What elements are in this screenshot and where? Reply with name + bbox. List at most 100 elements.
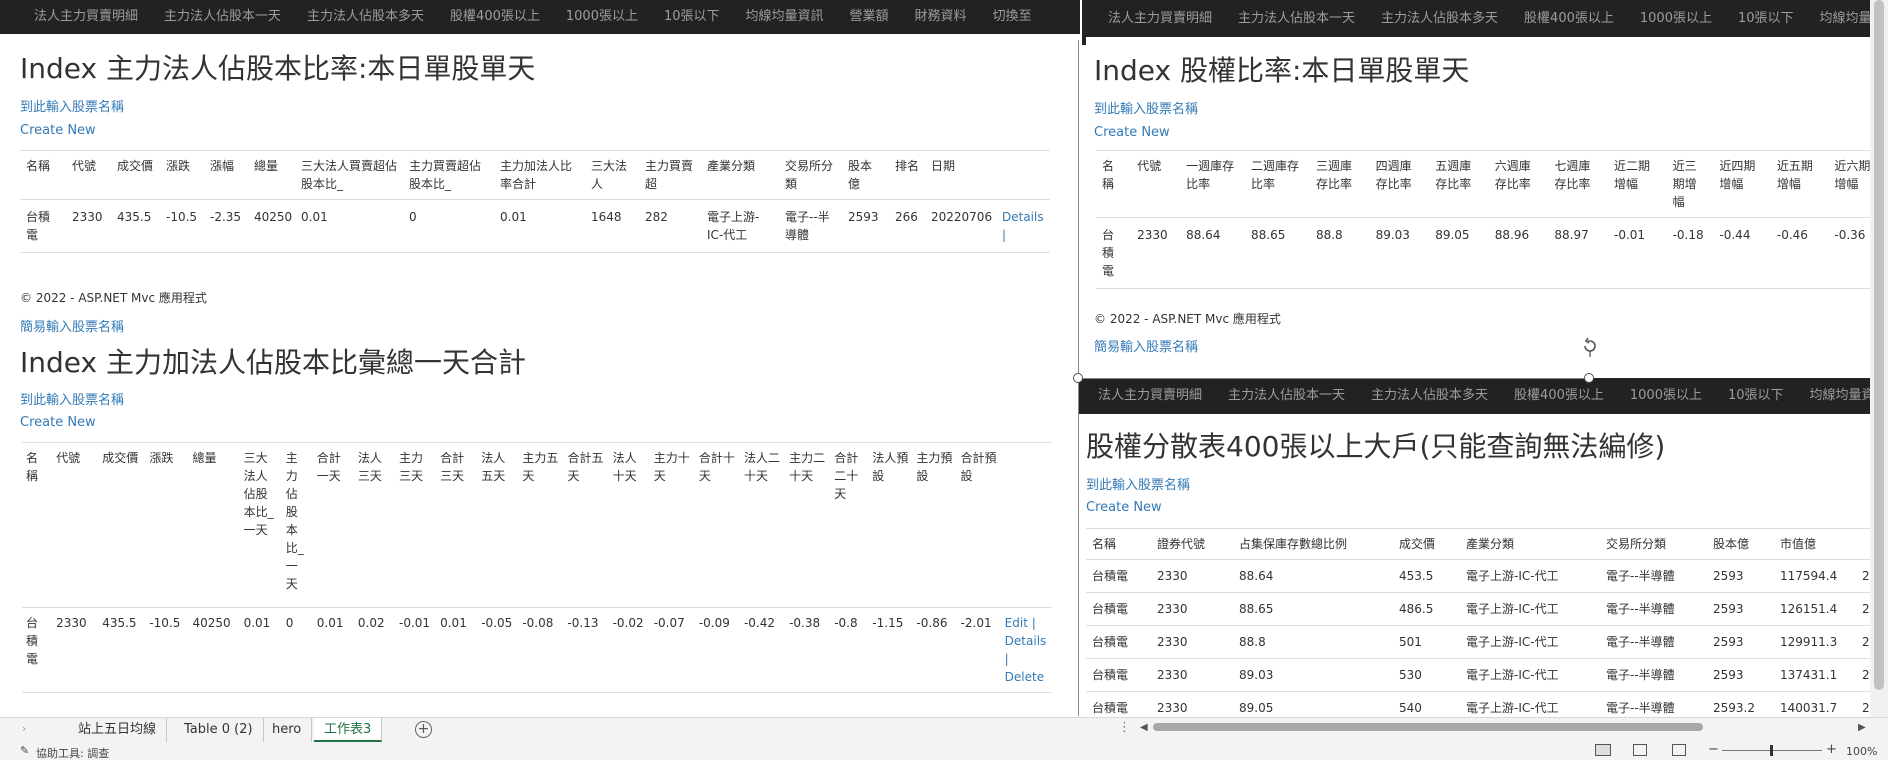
column-header: 代號	[1131, 150, 1181, 218]
nav-item[interactable]: 主力法人佔股本一天	[151, 0, 294, 34]
accessibility-status[interactable]: 協助工具: 調查	[36, 745, 109, 760]
create-new-link[interactable]: Create New	[20, 123, 96, 138]
vertical-scrollbar[interactable]	[1870, 0, 1888, 717]
create-new-link[interactable]: Create New	[20, 415, 96, 430]
nav-item[interactable]: 1000張以上	[553, 0, 651, 34]
row-actions: Edit | Details | Delete	[1000, 607, 1052, 693]
table-cell: 台積電	[1086, 592, 1151, 626]
add-sheet-icon[interactable]: +	[415, 721, 432, 738]
table-cell: 89.05	[1233, 691, 1393, 716]
table-header-row: 名稱 證券代號 占集保庫存數總比例 成交價 產業分類 交易所分類 股本億 市值億	[1086, 528, 1870, 560]
edit-link[interactable]: Edit |	[1005, 614, 1046, 632]
nav-item[interactable]: 法人主力買賣明細	[1078, 379, 1215, 413]
table-cell: 電子上游-IC-代工	[701, 199, 779, 253]
column-header: 合計十天	[694, 442, 740, 608]
table-cell: -0.46	[1770, 217, 1829, 289]
zoom-level[interactable]: 100%	[1846, 745, 1877, 758]
navbar-top-right: 法人主力買賣明細 主力法人佔股本一天 主力法人佔股本多天 股權400張以上 10…	[1082, 0, 1870, 37]
delete-link[interactable]: Delete	[1005, 668, 1046, 686]
column-header: 三週庫存比率	[1309, 150, 1370, 218]
nav-item[interactable]: 均線均量資訊	[1807, 2, 1870, 36]
zoom-slider-thumb[interactable]	[1770, 745, 1773, 756]
details-link[interactable]: Details |	[1002, 210, 1044, 242]
input-stock-link[interactable]: 到此輸入股票名稱	[20, 389, 124, 408]
input-stock-link[interactable]: 到此輸入股票名稱	[1094, 98, 1198, 117]
table-cell: -0.36	[1828, 217, 1870, 289]
page-layout-icon[interactable]	[1633, 744, 1647, 756]
column-header: 成交價	[98, 442, 146, 608]
nav-item[interactable]: 法人主力買賣明細	[0, 0, 151, 34]
table-row: 台積電 2330 88.64 453.5 電子上游-IC-代工 電子--半導體 2593 11…	[1086, 559, 1870, 593]
table-cell: 137431.1	[1774, 658, 1856, 692]
nav-item[interactable]: 財務資料	[902, 0, 980, 34]
input-stock-link[interactable]: 到此輸入股票名稱	[1086, 474, 1190, 493]
create-new-link[interactable]: Create New	[1094, 125, 1170, 140]
nav-item[interactable]: 均線均量資訊	[733, 0, 837, 34]
nav-item[interactable]: 主力法人佔股本一天	[1215, 379, 1358, 413]
nav-item[interactable]: 均線均量資訊	[1797, 379, 1870, 413]
page-title: 股權分散表400張以上大戶(只能查詢無法編修)	[1086, 430, 1666, 463]
nav-item[interactable]: 股權400張以上	[1501, 379, 1617, 413]
nav-item[interactable]: 主力法人佔股本多天	[294, 0, 437, 34]
nav-item[interactable]: 10張以下	[1715, 379, 1797, 413]
simple-input-link[interactable]: 簡易輸入股票名稱	[20, 316, 124, 335]
accessibility-icon: ✎	[20, 744, 30, 757]
sheet-tab[interactable]: Table 0 (2)	[174, 718, 264, 742]
column-header: 合計一天	[312, 442, 354, 608]
nav-item[interactable]: 主力法人佔股本多天	[1368, 2, 1511, 36]
zoom-in-icon[interactable]: +	[1826, 742, 1837, 757]
scroll-right-icon[interactable]: ▶	[1858, 722, 1866, 733]
details-link[interactable]: Details |	[1005, 632, 1047, 668]
nav-item[interactable]: 主力法人佔股本多天	[1358, 379, 1501, 413]
table-cell: 453.5	[1393, 559, 1460, 593]
table-cell: -0.05	[477, 607, 519, 693]
sheet-tab[interactable]: 站上五日均線	[68, 718, 168, 742]
table-cell: 電子--半導體	[1600, 658, 1707, 692]
scroll-tabs-left-icon[interactable]: ›	[22, 722, 26, 735]
nav-item[interactable]: 切換至	[980, 0, 1045, 34]
more-options-icon[interactable]: ⋮	[1118, 720, 1131, 735]
table-cell: 88.65	[1245, 217, 1310, 289]
table-cell: 台積電	[20, 199, 66, 253]
column-header: 三大法人買賣超佔股本比_	[295, 150, 403, 200]
table-cell: 486.5	[1393, 592, 1460, 626]
page-break-icon[interactable]	[1672, 744, 1686, 756]
column-header: 二週庫存比率	[1245, 150, 1310, 218]
table-cell: -0.07	[649, 607, 695, 693]
nav-item[interactable]: 法人主力買賣明細	[1082, 2, 1225, 36]
column-header: 漲幅	[204, 150, 248, 200]
sheet-tab-active[interactable]: 工作表3	[314, 718, 383, 742]
sheet-tab[interactable]: hero	[262, 718, 313, 742]
nav-item[interactable]: 股權400張以上	[1511, 2, 1627, 36]
create-new-link[interactable]: Create New	[1086, 500, 1162, 515]
zoom-out-icon[interactable]: −	[1708, 742, 1719, 757]
table-cell: -0.38	[785, 607, 831, 693]
input-stock-link[interactable]: 到此輸入股票名稱	[20, 96, 124, 115]
table-cell: 88.64	[1180, 217, 1246, 289]
rotate-handle-icon[interactable]	[1579, 335, 1601, 357]
normal-view-icon[interactable]	[1595, 744, 1611, 756]
nav-item[interactable]: 營業額	[837, 0, 902, 34]
nav-item[interactable]: 1000張以上	[1617, 379, 1715, 413]
resize-handle[interactable]	[1584, 373, 1594, 383]
nav-item[interactable]: 股權400張以上	[437, 0, 553, 34]
column-header: 交易所分類	[1600, 528, 1707, 560]
column-header: 股本億	[1707, 528, 1774, 560]
table-cell: -0.08	[518, 607, 564, 693]
table-cell: 電子上游-IC-代工	[1460, 625, 1600, 659]
data-table: 名稱 代號 成交價 漲跌 漲幅 總量 三大法人買賣超佔股本比_ 主力買賣超佔股本比_ 主力加法人…	[20, 150, 1050, 253]
nav-item[interactable]: 10張以下	[651, 0, 733, 34]
table-cell: 2	[1856, 559, 1870, 593]
nav-item[interactable]: 主力法人佔股本一天	[1225, 2, 1368, 36]
table-cell: 電子--半導體	[1600, 592, 1707, 626]
resize-handle[interactable]	[1073, 373, 1083, 383]
simple-input-link[interactable]: 簡易輸入股票名稱	[1094, 336, 1198, 355]
nav-item[interactable]: 10張以下	[1725, 2, 1807, 36]
table-cell: 89.03	[1233, 658, 1393, 692]
nav-item[interactable]: 1000張以上	[1627, 2, 1725, 36]
table-cell: 540	[1393, 691, 1460, 716]
table-cell: -10.5	[145, 607, 189, 693]
column-header: 近四期增幅	[1713, 150, 1771, 218]
table-cell: 501	[1393, 625, 1460, 659]
horizontal-scrollbar[interactable]	[1135, 721, 1870, 733]
